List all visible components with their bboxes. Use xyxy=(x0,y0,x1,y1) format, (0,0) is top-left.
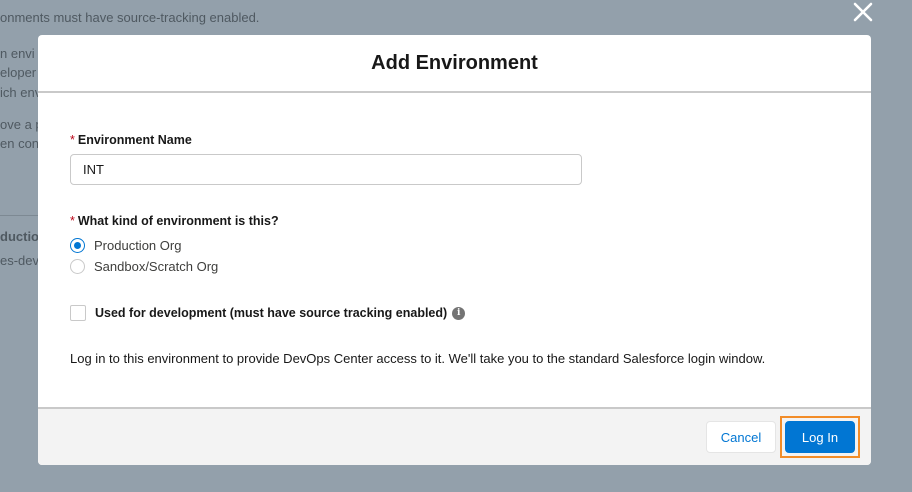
required-asterisk: * xyxy=(70,214,75,228)
info-icon[interactable]: i xyxy=(452,306,466,320)
background-text: ich env xyxy=(0,85,42,100)
close-icon xyxy=(853,2,873,22)
background-text: eloper xyxy=(0,65,37,80)
background-divider xyxy=(0,215,40,216)
radio-label: Production Org xyxy=(94,238,182,253)
development-checkbox[interactable] xyxy=(70,305,86,321)
modal-footer: Cancel Log In xyxy=(38,407,871,465)
cancel-button[interactable]: Cancel xyxy=(706,421,776,453)
background-text: onments must have source-tracking enable… xyxy=(0,10,260,25)
log-in-button[interactable]: Log In xyxy=(785,421,855,453)
environment-name-label: * Environment Name xyxy=(70,133,192,147)
environment-name-label-text: Environment Name xyxy=(77,133,192,147)
add-environment-modal: Add Environment *Environment Name *What … xyxy=(38,35,871,465)
radio-button[interactable] xyxy=(70,259,85,274)
background-text: ove a p xyxy=(0,117,43,132)
login-description: Log in to this environment to provide De… xyxy=(70,351,766,366)
environment-kind-label: * What kind of environment is this? xyxy=(70,214,279,228)
background-text: es-dev xyxy=(0,253,40,268)
modal-body: *Environment Name *What kind of environm… xyxy=(38,93,871,407)
radio-label: Sandbox/Scratch Org xyxy=(94,259,219,274)
radio-sandbox-scratch-org[interactable]: Sandbox/Scratch Org xyxy=(70,259,218,274)
background-text: n envi xyxy=(0,46,35,61)
environment-kind-label-text: What kind of environment is this? xyxy=(77,214,279,228)
development-checkbox-label: Used for development (must have source t… xyxy=(95,306,448,320)
close-modal-button[interactable] xyxy=(849,0,877,24)
radio-button-selected[interactable] xyxy=(70,238,85,253)
modal-title: Add Environment xyxy=(371,51,538,74)
required-asterisk: * xyxy=(70,133,75,147)
radio-production-org[interactable]: Production Org xyxy=(70,238,181,253)
environment-name-input[interactable] xyxy=(70,154,582,185)
development-checkbox-row: Used for development (must have source t… xyxy=(70,305,466,321)
background-text: en con xyxy=(0,136,40,151)
modal-header: Add Environment xyxy=(38,35,871,93)
